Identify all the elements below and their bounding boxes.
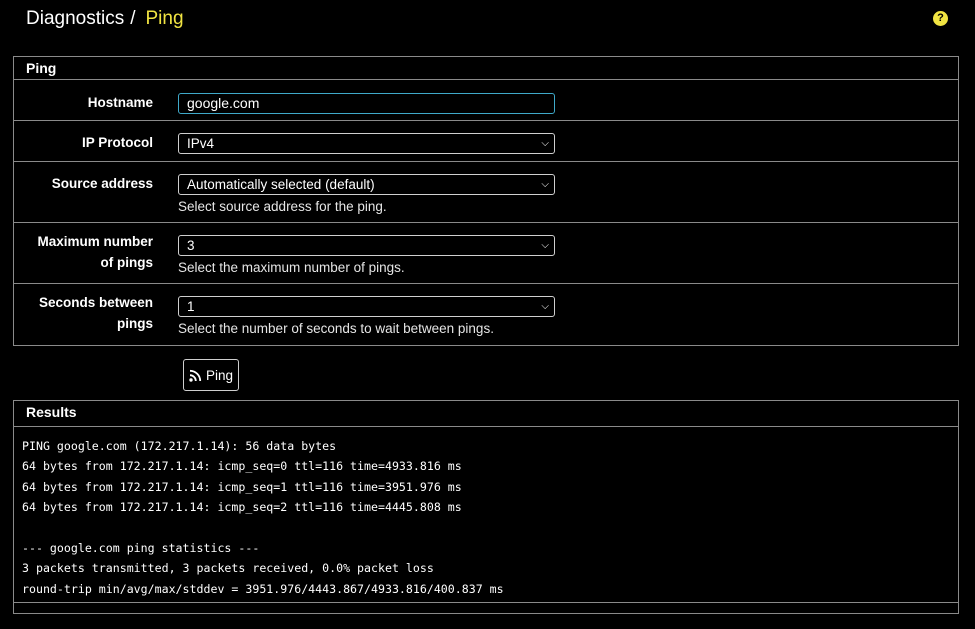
results-line: --- google.com ping statistics --- (22, 540, 260, 555)
ping-panel-title: Ping (14, 57, 958, 80)
seconds-between-value: 1 (187, 299, 195, 314)
results-panel-title: Results (26, 404, 77, 420)
max-pings-row: Maximum number of pings 3 ⌵ Select the m… (14, 223, 958, 284)
breadcrumb-separator: / (130, 8, 136, 29)
chevron-down-icon: ⌵ (541, 138, 549, 149)
seconds-between-row: Seconds between pings 1 ⌵ Select the num… (14, 284, 958, 344)
max-pings-select[interactable]: 3 ⌵ (178, 235, 555, 256)
seconds-between-label: Seconds between pings (18, 292, 153, 334)
question-circle-icon[interactable]: ? (933, 11, 948, 26)
seconds-between-help: Select the number of seconds to wait bet… (178, 321, 494, 336)
source-address-select[interactable]: Automatically selected (default) ⌵ (178, 174, 555, 195)
hostname-row: Hostname google.com (14, 80, 958, 121)
ip-protocol-row: IP Protocol IPv4 ⌵ (14, 121, 958, 162)
max-pings-label-line2: of pings (100, 255, 154, 270)
chevron-down-icon: ⌵ (541, 179, 549, 190)
hostname-label: Hostname (87, 95, 153, 110)
chevron-down-icon: ⌵ (541, 240, 549, 251)
breadcrumb: Diagnostics / Ping (26, 8, 184, 30)
results-line: 3 packets transmitted, 3 packets receive… (22, 561, 434, 576)
chevron-down-icon: ⌵ (541, 301, 549, 312)
source-address-row: Source address Automatically selected (d… (14, 162, 958, 223)
max-pings-label: Maximum number of pings (18, 231, 153, 273)
ping-button-label: Ping (205, 367, 234, 383)
ping-button[interactable]: Ping (183, 359, 239, 391)
results-output: PING google.com (172.217.1.14): 56 data … (14, 426, 958, 603)
seconds-between-label-line1: Seconds between (38, 295, 153, 310)
source-address-value: Automatically selected (default) (187, 177, 375, 192)
ip-protocol-value: IPv4 (187, 136, 215, 151)
results-line: PING google.com (172.217.1.14): 56 data … (22, 439, 337, 453)
hostname-input[interactable]: google.com (178, 93, 555, 114)
seconds-between-label-line2: pings (117, 316, 153, 331)
breadcrumb-parent[interactable]: Diagnostics (26, 8, 124, 30)
results-panel: Results PING google.com (172.217.1.14): … (13, 400, 959, 614)
seconds-between-select[interactable]: 1 ⌵ (178, 296, 555, 317)
rss-icon (189, 369, 202, 382)
ip-protocol-select[interactable]: IPv4 ⌵ (178, 133, 555, 154)
results-line (22, 518, 950, 538)
source-address-label: Source address (51, 176, 153, 191)
source-address-help: Select source address for the ping. (178, 199, 387, 214)
breadcrumb-current: Ping (145, 8, 184, 29)
results-line: 64 bytes from 172.217.1.14: icmp_seq=2 t… (22, 500, 462, 515)
results-line: round-trip min/avg/max/stddev = 3951.976… (22, 581, 504, 596)
results-line: 64 bytes from 172.217.1.14: icmp_seq=1 t… (22, 479, 462, 494)
ping-panel: Ping Hostname google.com IP Protocol IPv… (13, 56, 959, 346)
ip-protocol-label: IP Protocol (81, 135, 153, 150)
max-pings-label-line1: Maximum number (37, 234, 153, 249)
max-pings-value: 3 (187, 238, 195, 253)
results-line: 64 bytes from 172.217.1.14: icmp_seq=0 t… (22, 459, 462, 474)
max-pings-help: Select the maximum number of pings. (178, 260, 405, 275)
